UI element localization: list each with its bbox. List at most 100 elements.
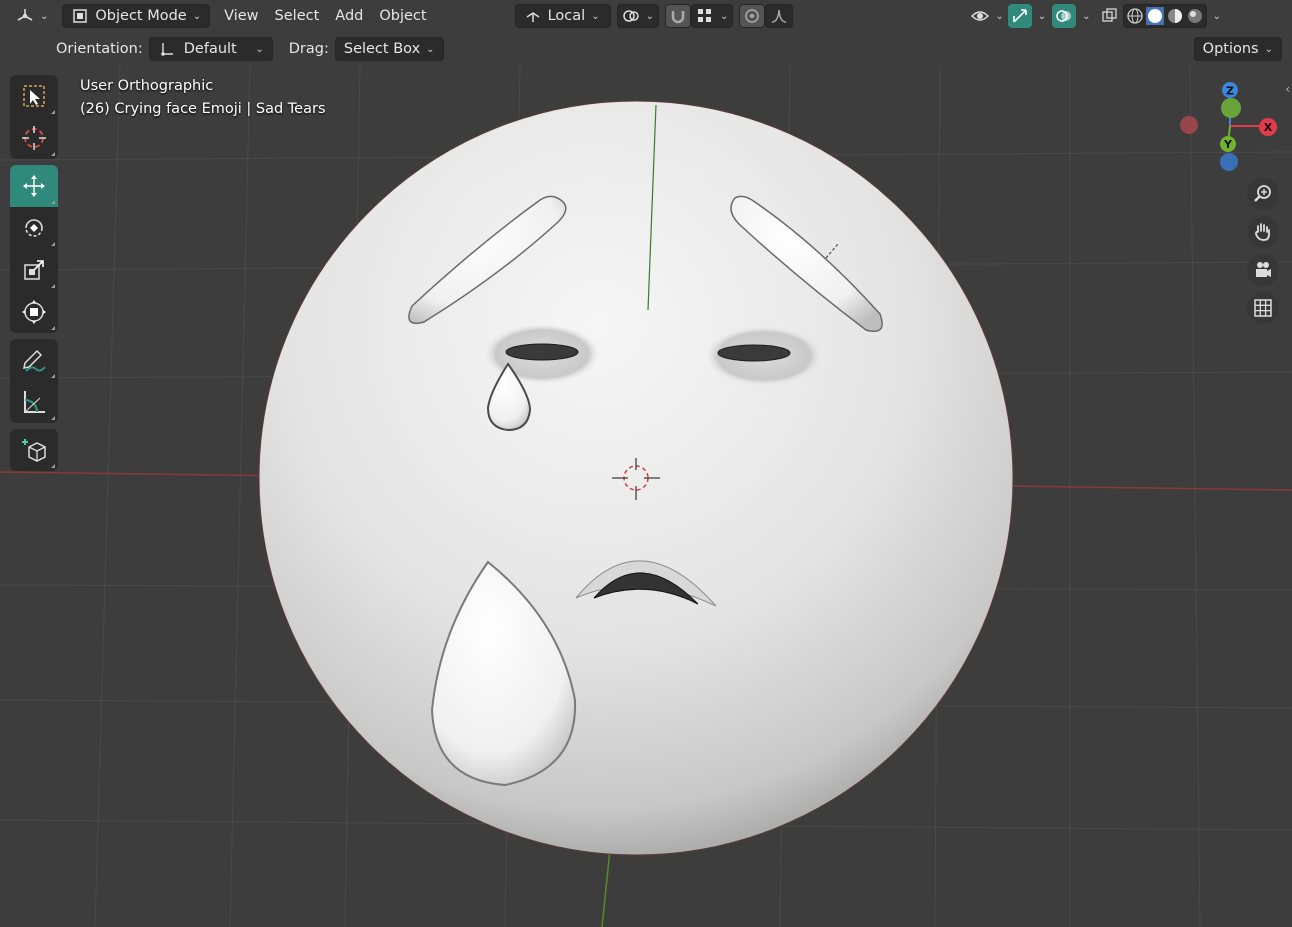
navigation-buttons — [1247, 178, 1279, 330]
zoom-button[interactable] — [1247, 178, 1279, 210]
menu-view[interactable]: View — [216, 4, 266, 28]
xray-toggle[interactable] — [1097, 4, 1123, 28]
orientation-field-label: Orientation: — [56, 41, 143, 57]
view-name: User Orthographic — [80, 78, 214, 94]
transform-orientation-dropdown[interactable]: Local ⌄ — [514, 4, 611, 28]
chevron-down-icon[interactable]: ⌄ — [1032, 11, 1052, 22]
gizmo-x-label: X — [1264, 121, 1273, 134]
orientation-dropdown[interactable]: Default ⌄ — [148, 37, 273, 61]
gizmo-z-label: Z — [1226, 85, 1234, 98]
annotate-pencil-icon — [23, 349, 46, 372]
3d-viewport-icon — [17, 9, 33, 21]
right-eye — [717, 344, 791, 362]
tool-shelf — [10, 75, 58, 477]
overlays-icon — [1056, 10, 1072, 22]
snap-target-dropdown[interactable]: ⌄ — [690, 4, 734, 28]
snap-grid-icon — [697, 9, 711, 22]
orientation-axes-icon — [160, 43, 173, 56]
gizmo-y-label: Y — [1223, 138, 1233, 151]
eye-icon — [971, 11, 990, 21]
orientation-axes-icon — [526, 12, 540, 22]
visibility-dropdown[interactable]: ⌄ — [967, 4, 1007, 28]
tool-group-add — [10, 429, 58, 471]
move-tool[interactable] — [10, 165, 58, 207]
chevron-down-icon: ⌄ — [995, 10, 1004, 22]
wireframe-shading-icon[interactable] — [1126, 7, 1144, 25]
orientation-value: Default — [183, 41, 237, 57]
scale-icon — [24, 260, 44, 280]
cursor-tool[interactable] — [10, 117, 58, 159]
gizmo-neg-z[interactable] — [1220, 153, 1238, 171]
proportional-edit-toggle[interactable] — [739, 4, 766, 28]
menu-select[interactable]: Select — [267, 4, 328, 28]
falloff-dropdown[interactable] — [765, 4, 794, 28]
select-box-tool[interactable] — [10, 75, 58, 117]
viewport-scene[interactable]: Z X Y — [0, 0, 1292, 927]
options-label: Options — [1202, 41, 1259, 57]
pivot-dropdown[interactable]: ⌄ — [616, 4, 659, 28]
transform-tool[interactable] — [10, 291, 58, 333]
chevron-down-icon[interactable]: ⌄ — [1207, 11, 1227, 22]
3d-viewport[interactable]: Z X Y User Orthographic (26) Crying face… — [0, 0, 1292, 927]
options-dropdown[interactable]: Options ⌄ — [1193, 37, 1282, 61]
drag-value: Select Box — [343, 41, 421, 57]
drag-field-label: Drag: — [288, 41, 329, 57]
drag-dropdown[interactable]: Select Box ⌄ — [334, 37, 444, 61]
snap-toggle[interactable] — [664, 4, 691, 28]
solid-shading-icon[interactable] — [1145, 7, 1164, 25]
tool-group-select — [10, 75, 58, 159]
chevron-down-icon: ⌄ — [645, 10, 654, 22]
annotate-tool[interactable] — [10, 339, 58, 381]
sidebar-toggle-icon[interactable]: ‹ — [1285, 82, 1290, 96]
grid-ortho-icon — [1254, 299, 1272, 317]
material-preview-icon[interactable] — [1166, 7, 1184, 25]
ortho-toggle-button[interactable] — [1247, 292, 1279, 324]
orientation-label: Local — [547, 8, 586, 24]
viewport-header: ⌄ Object Mode ⌄ View Select Add Object L… — [0, 0, 1292, 32]
gizmo-arrows-icon — [1012, 9, 1027, 23]
gizmo-toggle[interactable] — [1007, 4, 1032, 28]
rotate-tool[interactable] — [10, 207, 58, 249]
transform-icon — [22, 300, 46, 324]
left-eye — [505, 343, 579, 361]
rendered-shading-icon[interactable] — [1186, 7, 1204, 25]
pivot-point-icon — [622, 10, 639, 22]
scale-tool[interactable] — [10, 249, 58, 291]
mode-dropdown[interactable]: Object Mode ⌄ — [62, 4, 211, 28]
emoji-model[interactable] — [258, 100, 1014, 856]
tool-group-transform — [10, 165, 58, 333]
chevron-down-icon[interactable]: ⌄ — [1076, 11, 1096, 22]
menu-add[interactable]: Add — [327, 4, 371, 28]
mode-label: Object Mode — [95, 8, 187, 24]
chevron-down-icon: ⌄ — [719, 10, 729, 22]
add-cube-tool[interactable] — [10, 429, 58, 471]
chevron-down-icon: ⌄ — [192, 10, 202, 22]
measure-tool[interactable] — [10, 381, 58, 423]
gizmo-neg-x[interactable] — [1180, 116, 1198, 134]
gizmo-neg-y[interactable] — [1221, 98, 1241, 118]
zoom-icon — [1254, 185, 1271, 202]
chevron-down-icon: ⌄ — [1264, 43, 1273, 55]
cursor-icon — [22, 126, 46, 150]
pan-button[interactable] — [1247, 216, 1279, 248]
face-sphere[interactable] — [258, 100, 1014, 856]
chevron-down-icon: ⌄ — [591, 10, 600, 22]
rotate-icon — [25, 219, 43, 237]
viewport-info: User Orthographic (26) Crying face Emoji… — [80, 75, 326, 121]
object-info: (26) Crying face Emoji | Sad Tears — [80, 101, 326, 117]
tool-group-annotate — [10, 339, 58, 423]
editor-type-button[interactable]: ⌄ — [8, 4, 56, 28]
chevron-down-icon: ⌄ — [40, 10, 49, 22]
shading-modes — [1122, 4, 1207, 28]
navigation-gizmo[interactable]: Z X Y — [1180, 82, 1277, 171]
select-box-icon — [23, 85, 45, 107]
move-icon — [23, 175, 45, 197]
camera-view-button[interactable] — [1247, 254, 1279, 286]
magnet-icon — [671, 11, 685, 24]
xray-icon — [1101, 8, 1117, 22]
tool-settings-bar: Orientation: Default ⌄ Drag: Select Box … — [0, 33, 1292, 65]
object-mode-icon — [73, 9, 88, 23]
overlays-toggle[interactable] — [1052, 4, 1077, 28]
proportional-edit-icon — [745, 9, 760, 23]
menu-object[interactable]: Object — [371, 4, 434, 28]
